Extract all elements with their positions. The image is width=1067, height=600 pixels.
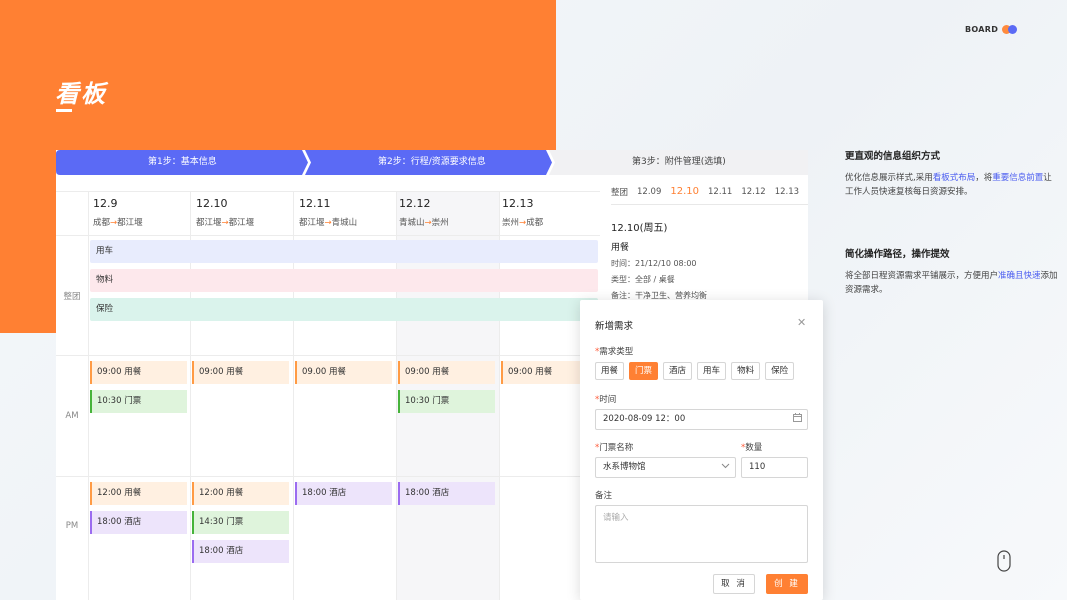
day-header[interactable]: 12.9 成都→都江堰 xyxy=(93,197,143,228)
day-route: 都江堰→都江堰 xyxy=(196,218,255,228)
step-3[interactable]: 第3步：附件管理(选填) xyxy=(632,150,726,175)
date-tab[interactable]: 12.13 xyxy=(775,187,799,197)
day-date: 12.13 xyxy=(502,197,534,210)
description-title: 简化操作路径，操作提效 xyxy=(845,249,950,260)
title-underline xyxy=(56,109,72,112)
cancel-button[interactable]: 取 消 xyxy=(713,574,755,594)
body-text: ，将 xyxy=(975,173,993,183)
day-route: 青城山→崇州 xyxy=(399,218,449,228)
step-2[interactable]: 第2步：行程/资源要求信息 xyxy=(378,150,486,175)
day-header[interactable]: 12.10 都江堰→都江堰 xyxy=(196,197,254,228)
page-title: 看板 xyxy=(55,80,107,108)
day-header[interactable]: 12.11 都江堰→青城山 xyxy=(299,197,357,228)
note-textarea[interactable]: 请输入 xyxy=(595,505,808,563)
type-option[interactable]: 保险 xyxy=(765,362,795,380)
day-route: 成都→都江堰 xyxy=(93,218,143,228)
day-date: 12.11 xyxy=(299,197,331,210)
type-option[interactable]: 酒店 xyxy=(663,362,693,380)
type-option[interactable]: 物料 xyxy=(731,362,761,380)
schedule-grid: 12.9 成都→都江堰 12.10 都江堰→都江堰 12.11 都江堰→青城山 … xyxy=(56,191,600,600)
day-date: 12.9 xyxy=(93,197,118,210)
day-date: 12.12 xyxy=(399,197,431,210)
band-insurance[interactable]: 保险 xyxy=(90,298,598,321)
date-tab[interactable]: 12.12 xyxy=(741,187,765,197)
description-1: 更直观的信息组织方式 优化信息展示样式,采用看板式布局，将重要信息前置让工作人员… xyxy=(845,148,1060,199)
event-meal[interactable]: 12:00 用餐 xyxy=(192,482,289,505)
add-request-modal: 新增需求 ✕ *需求类型 用餐 门票 酒店 用车 物料 保险 *时间 2020-08-09… xyxy=(580,300,823,600)
highlight-text: 重要信息前置 xyxy=(992,173,1044,183)
time-label: *时间 xyxy=(595,395,617,405)
body-text: 优化信息展示样式,采用 xyxy=(845,173,933,183)
time-input[interactable]: 2020-08-09 12：00 xyxy=(595,409,808,430)
date-tab[interactable]: 12.10 xyxy=(670,186,699,197)
day-date: 12.10 xyxy=(196,197,228,210)
type-option[interactable]: 用车 xyxy=(697,362,727,380)
row-label-pm: PM xyxy=(65,521,79,531)
description-text: 优化信息展示样式,采用看板式布局，将重要信息前置让工作人员快速复核每日资源安排。 xyxy=(845,171,1060,199)
detail-category: 类型：全部 / 桌餐 xyxy=(611,275,675,284)
event-meal[interactable]: 09:00 用餐 xyxy=(90,361,187,384)
event-hotel[interactable]: 18:00 酒店 xyxy=(295,482,392,505)
date-tabs: 整团 12.09 12.10 12.11 12.12 12.13 xyxy=(611,186,808,205)
type-option[interactable]: 门票 xyxy=(629,362,659,380)
qty-input[interactable]: 110 xyxy=(741,457,808,478)
brand-logo: BOARD xyxy=(965,25,1018,34)
type-options: 用餐 门票 酒店 用车 物料 保险 xyxy=(595,362,799,380)
detail-date: 12.10(周五) xyxy=(611,223,668,234)
row-label-am: AM xyxy=(65,411,79,421)
day-header[interactable]: 12.12 青城山→崇州 xyxy=(399,197,449,228)
close-icon[interactable]: ✕ xyxy=(797,316,806,329)
description-2: 简化操作路径，操作提效 将全部日程资源需求平铺展示，方便用户准确且快速添加资源需… xyxy=(845,246,1060,297)
band-materials[interactable]: 物料 xyxy=(90,269,598,292)
detail-time: 时间：21/12/10 08:00 xyxy=(611,259,697,268)
description-title: 更直观的信息组织方式 xyxy=(845,151,941,162)
description-text: 将全部日程资源需求平铺展示，方便用户准确且快速添加资源需求。 xyxy=(845,269,1060,297)
date-tab[interactable]: 整团 xyxy=(611,186,628,198)
modal-title: 新增需求 xyxy=(595,321,634,332)
type-label: *需求类型 xyxy=(595,347,634,357)
event-meal[interactable]: 09.00 用餐 xyxy=(295,361,392,384)
event-meal[interactable]: 09:00 用餐 xyxy=(192,361,289,384)
mouse-scroll-icon xyxy=(997,550,1011,576)
event-ticket[interactable]: 10:30 门票 xyxy=(90,390,187,413)
brand-text: BOARD xyxy=(965,25,999,34)
calendar-icon xyxy=(793,410,802,429)
ticket-label: *门票名称 xyxy=(595,443,634,453)
date-tab[interactable]: 12.09 xyxy=(637,187,661,197)
note-label: 备注 xyxy=(595,491,613,501)
day-route: 崇州→成都 xyxy=(502,218,544,228)
step-1[interactable]: 第1步：基本信息 xyxy=(148,150,217,175)
ticket-select[interactable]: 水系博物馆 xyxy=(595,457,736,478)
event-meal[interactable]: 09:00 用餐 xyxy=(398,361,495,384)
band-vehicle[interactable]: 用车 xyxy=(90,240,598,263)
row-label-group: 整团 xyxy=(63,292,81,302)
chevron-down-icon xyxy=(721,458,730,477)
event-ticket[interactable]: 14:30 门票 xyxy=(192,511,289,534)
event-hotel[interactable]: 18:00 酒店 xyxy=(192,540,289,563)
event-hotel[interactable]: 18:00 酒店 xyxy=(398,482,495,505)
detail-type: 用餐 xyxy=(611,243,630,253)
create-button[interactable]: 创 建 xyxy=(766,574,808,594)
brand-dot-blue-icon xyxy=(1008,25,1018,34)
day-header[interactable]: 12.13 崇州→成都 xyxy=(502,197,543,228)
event-meal[interactable]: 12:00 用餐 xyxy=(90,482,187,505)
day-route: 都江堰→青城山 xyxy=(299,218,358,228)
highlight-text: 准确且快速 xyxy=(998,271,1041,281)
step-bar: 第1步：基本信息 第2步：行程/资源要求信息 第3步：附件管理(选填) xyxy=(56,150,808,175)
event-ticket[interactable]: 10:30 门票 xyxy=(398,390,495,413)
date-tab[interactable]: 12.11 xyxy=(708,187,732,197)
qty-label: *数量 xyxy=(741,443,763,453)
body-text: 将全部日程资源需求平铺展示，方便用户 xyxy=(845,271,999,281)
event-hotel[interactable]: 18:00 酒店 xyxy=(90,511,187,534)
type-option[interactable]: 用餐 xyxy=(595,362,625,380)
highlight-text: 看板式布局 xyxy=(932,173,976,183)
